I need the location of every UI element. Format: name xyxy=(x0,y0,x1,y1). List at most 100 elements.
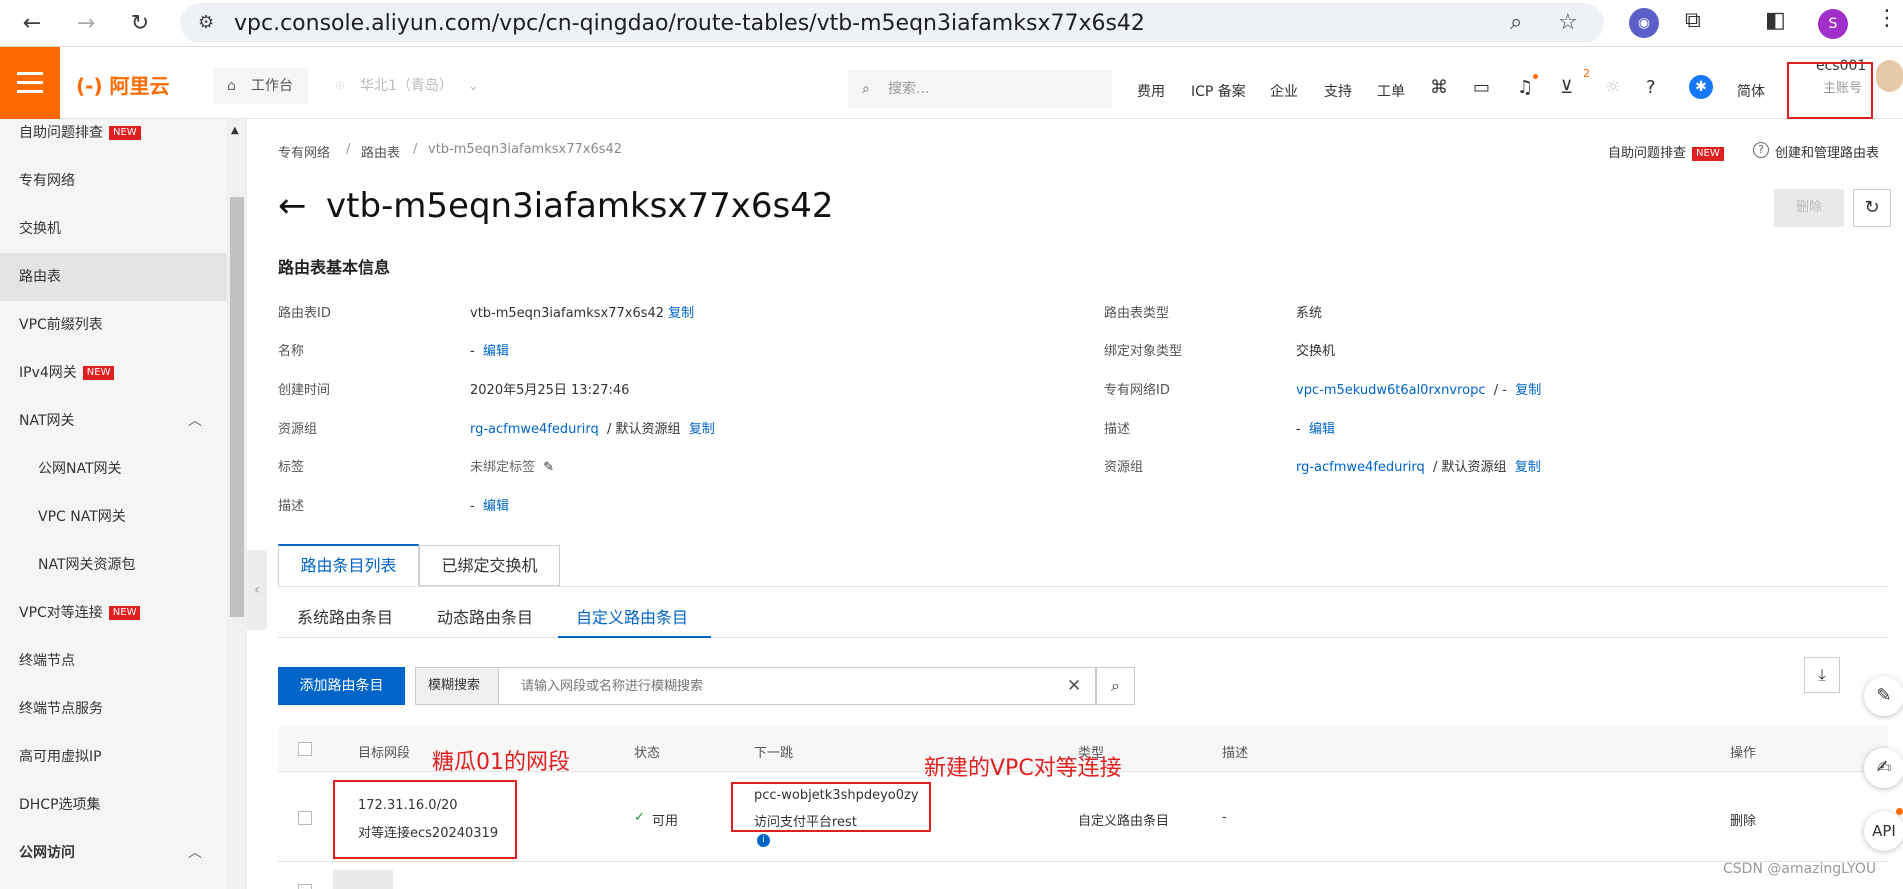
language-switch[interactable]: 简体 xyxy=(1737,81,1765,101)
site-settings-icon[interactable]: ⚙ xyxy=(198,12,214,33)
profile-avatar[interactable]: S xyxy=(1818,9,1848,39)
row-delete-link[interactable]: 删除 xyxy=(1730,810,1756,829)
sidebar-item-vpc-peering[interactable]: VPC对等连接 NEW xyxy=(0,589,227,637)
route-search-input[interactable] xyxy=(499,667,1096,705)
info-label-vpc-id: 专有网络ID xyxy=(1104,383,1170,398)
sidebar-item-prefix-list[interactable]: VPC前缀列表 xyxy=(0,301,227,349)
feedback-pencil-icon[interactable]: ✎ xyxy=(1864,676,1903,716)
info-icon[interactable]: i xyxy=(757,834,770,847)
nav-support[interactable]: 支持 xyxy=(1324,81,1352,101)
refresh-icon[interactable]: ↻ xyxy=(1853,189,1891,227)
download-icon[interactable]: ⤓ xyxy=(1804,657,1840,693)
info-value-description: - 编辑 xyxy=(470,495,509,514)
breadcrumb-route-tables[interactable]: 路由表 xyxy=(361,142,400,161)
create-manage-help-link[interactable]: 创建和管理路由表 xyxy=(1775,142,1879,161)
aliyun-logo[interactable]: (-) 阿里云 xyxy=(76,70,170,99)
clipboard-icon[interactable]: ✍ xyxy=(1864,748,1903,788)
copy-link[interactable]: 复制 xyxy=(668,306,694,321)
zoom-icon[interactable]: ⌕ xyxy=(1510,10,1522,35)
sidebar-item-public-nat[interactable]: 公网NAT网关 xyxy=(0,445,227,493)
nav-billing[interactable]: 费用 xyxy=(1137,81,1165,101)
sidebar-item-nat-gateway[interactable]: NAT网关 ︿ xyxy=(0,397,227,445)
chevron-down-icon: ⌄ xyxy=(467,78,480,94)
nav-icp[interactable]: ICP 备案 xyxy=(1191,81,1246,101)
sidebar-item-troubleshoot[interactable]: 自助问题排查 NEW xyxy=(0,119,227,147)
reload-icon[interactable]: ↻ xyxy=(124,8,156,40)
more-menu-icon[interactable]: ⋮ xyxy=(1876,6,1898,31)
extension-icon[interactable]: ◉ xyxy=(1629,8,1659,38)
bookmark-star-icon[interactable]: ☆ xyxy=(1558,10,1578,35)
row-checkbox[interactable] xyxy=(298,811,312,825)
vpc-id-link[interactable]: vpc-m5ekudw6t6al0rxnvropc xyxy=(1296,383,1486,398)
side-panel-icon[interactable]: ◧ xyxy=(1765,8,1786,33)
subtab-custom-routes[interactable]: 自定义路由条目 xyxy=(576,604,688,628)
copy-link[interactable]: 复制 xyxy=(1515,460,1541,475)
tags-text: 未绑定标签 xyxy=(470,460,536,475)
filter-mode-select[interactable]: 模糊搜索 xyxy=(415,667,499,705)
sidebar-item-internet-access[interactable]: 公网访问 ︿ xyxy=(0,829,227,877)
region-selector[interactable]: ⌾ 华北1（青岛） ⌄ xyxy=(322,68,482,104)
edit-link[interactable]: 编辑 xyxy=(1309,422,1335,437)
clear-icon[interactable]: ✕ xyxy=(1067,676,1081,696)
breadcrumb-current: vtb-m5eqn3iafamksx77x6s42 xyxy=(428,142,623,157)
cart-icon[interactable]: ⊻ xyxy=(1560,77,1573,98)
console-search-input[interactable]: ⌕ 搜索... xyxy=(848,70,1112,108)
back-arrow-icon[interactable]: ← xyxy=(16,8,48,40)
tab-bound-vswitches[interactable]: 已绑定交换机 xyxy=(419,545,560,586)
sidebar-item-label: DHCP选项集 xyxy=(19,797,101,813)
name-text: - xyxy=(470,344,475,359)
assistant-icon[interactable]: ✱ xyxy=(1689,75,1713,99)
edit-link[interactable]: 编辑 xyxy=(483,499,509,514)
search-button[interactable]: ⌕ xyxy=(1096,667,1135,705)
avatar[interactable] xyxy=(1876,60,1903,92)
nav-enterprise[interactable]: 企业 xyxy=(1270,81,1298,101)
help-icon[interactable]: ? xyxy=(1646,77,1656,98)
subtab-dynamic-routes[interactable]: 动态路由条目 xyxy=(437,604,533,628)
api-tool[interactable]: API xyxy=(1864,811,1903,851)
code-icon[interactable]: ⌘ xyxy=(1430,77,1448,98)
nav-ticket[interactable]: 工单 xyxy=(1377,81,1405,101)
region-label: 华北1（青岛） xyxy=(360,78,453,94)
sidebar-collapse-handle[interactable]: ‹ xyxy=(247,550,267,630)
breadcrumb-vpc[interactable]: 专有网络 xyxy=(278,142,330,161)
sidebar-item-route-table[interactable]: 路由表 xyxy=(0,253,227,301)
lightbulb-icon[interactable]: ☼ xyxy=(1605,77,1621,98)
sidebar-item-havip[interactable]: 高可用虚拟IP xyxy=(0,733,227,781)
select-all-checkbox[interactable] xyxy=(298,742,312,756)
sidebar-item-nat-package[interactable]: NAT网关资源包 xyxy=(0,541,227,589)
tab-route-entries[interactable]: 路由条目列表 xyxy=(278,544,419,586)
copy-link[interactable]: 复制 xyxy=(1515,383,1541,398)
bell-icon[interactable]: ♫ xyxy=(1517,77,1533,98)
terminal-icon[interactable]: ▭ xyxy=(1473,77,1490,98)
workbench-button[interactable]: ⌂ 工作台 xyxy=(213,68,308,104)
sidebar-item-vpc-nat[interactable]: VPC NAT网关 xyxy=(0,493,227,541)
scroll-up-icon[interactable]: ▲ xyxy=(231,125,239,136)
delete-button[interactable]: 删除 xyxy=(1774,189,1844,227)
sidebar-item-ipv4-gateway[interactable]: IPv4网关 NEW xyxy=(0,349,227,397)
sidebar-item-vswitch[interactable]: 交换机 xyxy=(0,205,227,253)
sidebar-item-dhcp[interactable]: DHCP选项集 xyxy=(0,781,227,829)
sidebar-item-vpc[interactable]: 专有网络 xyxy=(0,157,227,205)
hamburger-menu-icon[interactable] xyxy=(0,47,60,119)
status-check-icon: ✓ xyxy=(634,810,645,825)
subtab-system-routes[interactable]: 系统路由条目 xyxy=(297,604,393,628)
cart-count: 2 xyxy=(1583,67,1590,80)
forward-arrow-icon[interactable]: → xyxy=(70,8,102,40)
sidebar-scroll-thumb[interactable] xyxy=(230,197,244,617)
row-checkbox[interactable] xyxy=(298,884,312,889)
back-arrow-icon[interactable]: ← xyxy=(278,186,307,226)
resource-group-link[interactable]: rg-acfmwe4fedurirq xyxy=(1296,460,1425,475)
copy-link[interactable]: 复制 xyxy=(689,422,715,437)
add-route-button[interactable]: 添加路由条目 xyxy=(278,667,405,705)
bulk-action-button[interactable] xyxy=(333,870,393,889)
troubleshoot-label: 自助问题排查 xyxy=(1608,146,1687,161)
sidebar-item-endpoint[interactable]: 终端节点 xyxy=(0,637,227,685)
address-bar[interactable]: ⚙ vpc.console.aliyun.com/vpc/cn-qingdao/… xyxy=(180,3,1604,43)
sidebar-item-endpoint-service[interactable]: 终端节点服务 xyxy=(0,685,227,733)
troubleshoot-link[interactable]: 自助问题排查 NEW xyxy=(1608,142,1724,161)
pencil-icon[interactable]: ✎ xyxy=(543,460,554,475)
resource-group-link[interactable]: rg-acfmwe4fedurirq xyxy=(470,422,599,437)
info-value-vpc-id: vpc-m5ekudw6t6al0rxnvropc / - 复制 xyxy=(1296,379,1541,398)
edit-link[interactable]: 编辑 xyxy=(483,344,509,359)
extensions-puzzle-icon[interactable]: ⧉ xyxy=(1685,8,1701,33)
